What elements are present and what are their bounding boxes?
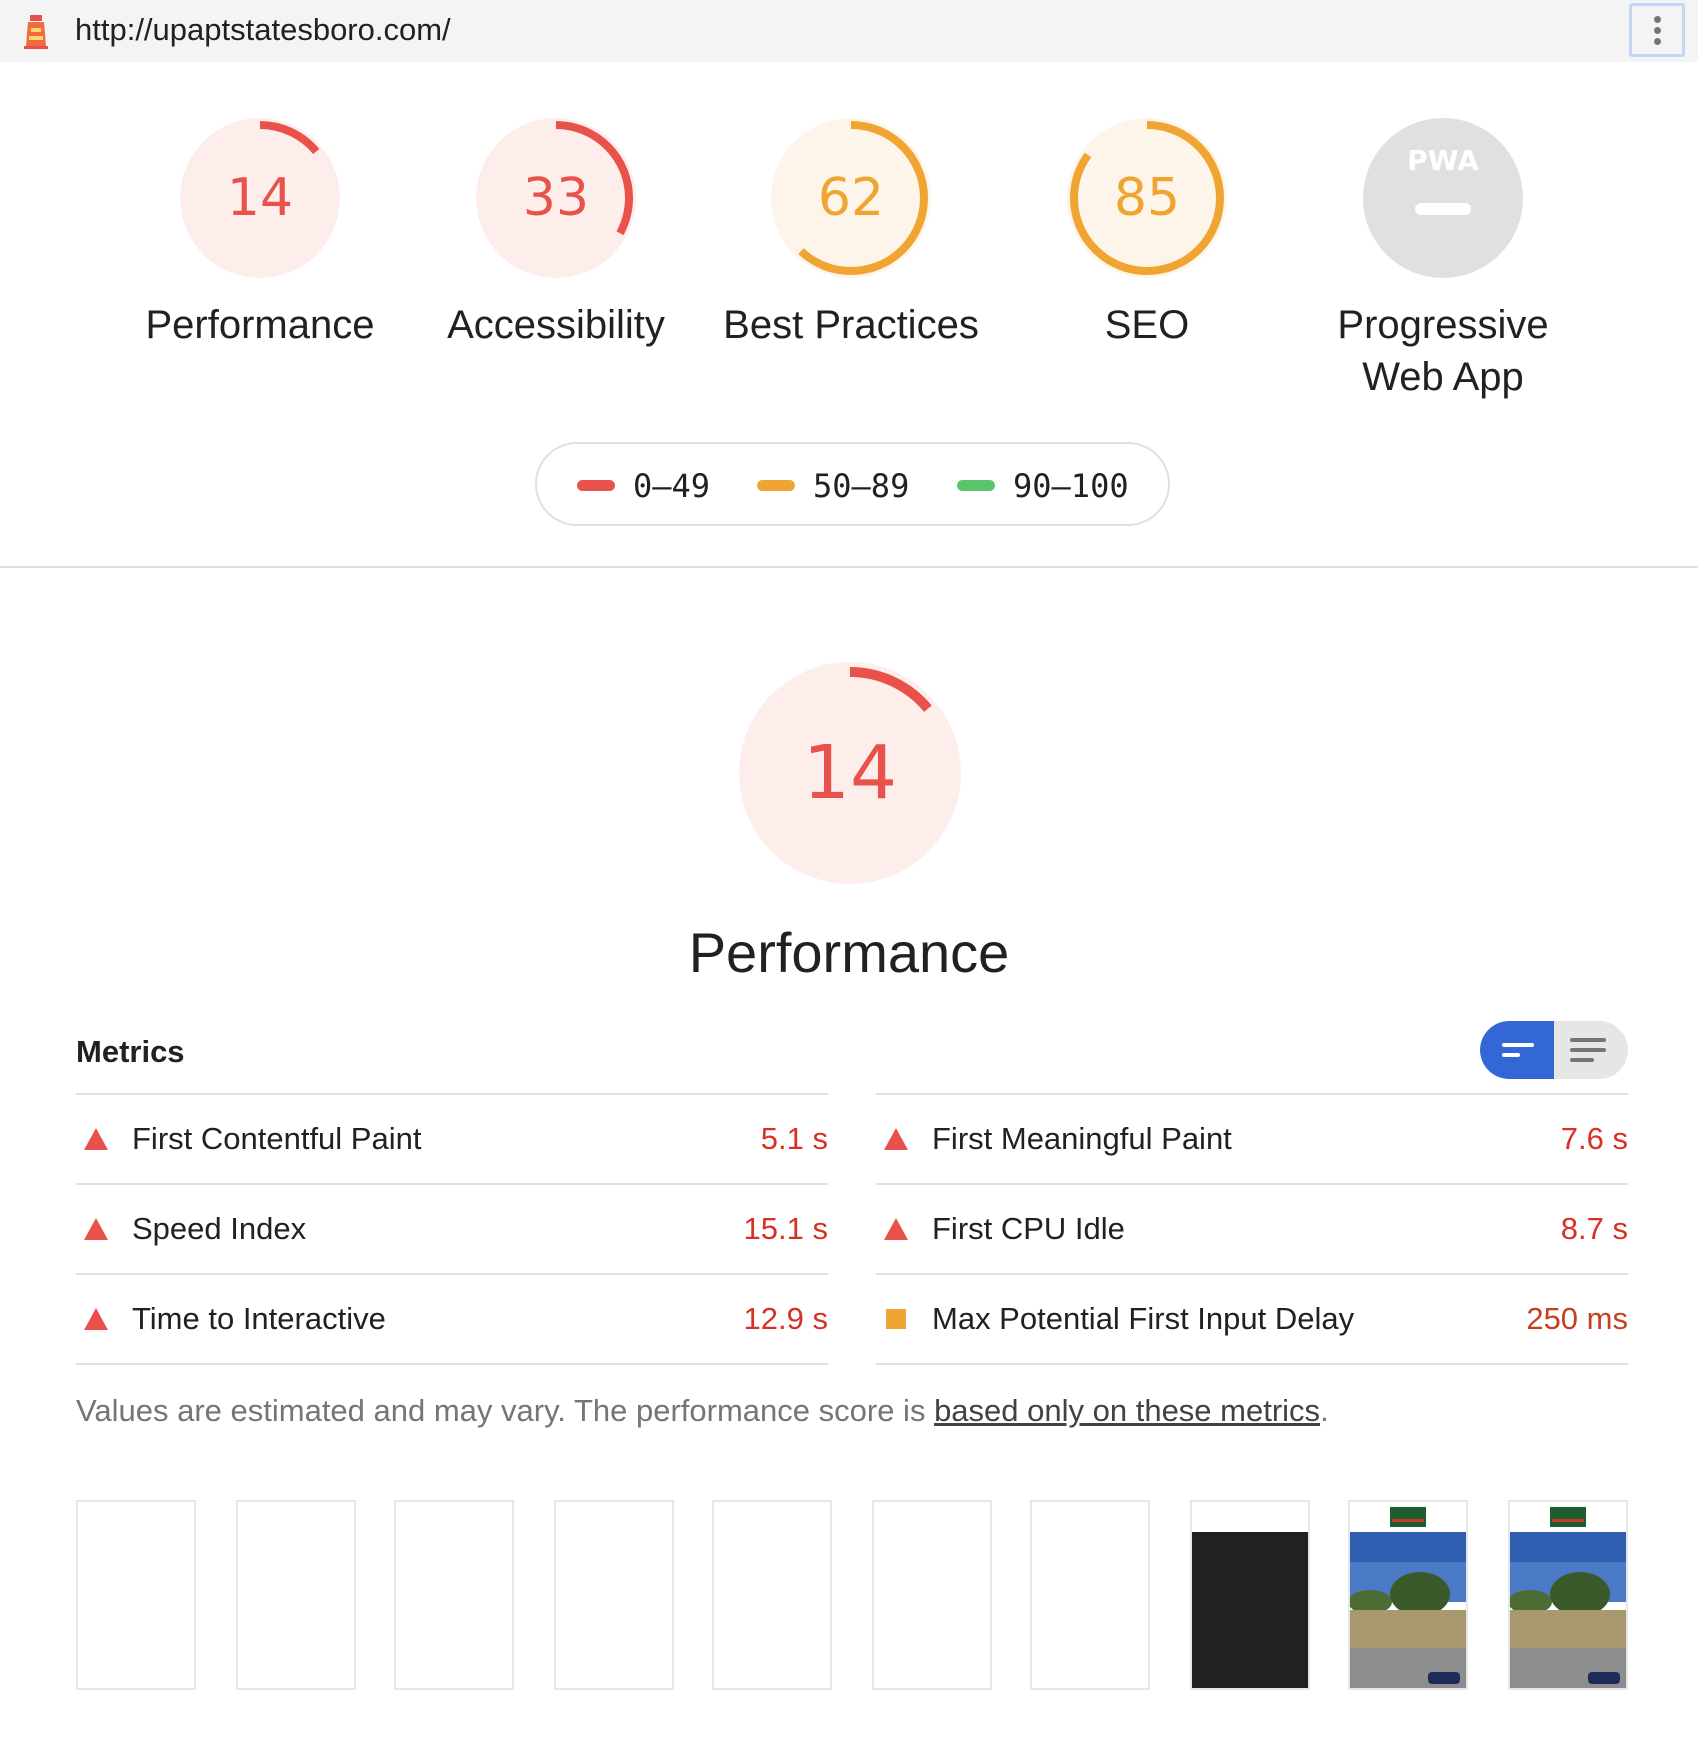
metric-value: 12.9 s: [743, 1301, 828, 1336]
gauge-label: Best Practices: [723, 303, 979, 347]
filmstrip-dark-screen: [1192, 1532, 1308, 1688]
gauge-best-practices[interactable]: 62 Best Practices: [721, 115, 981, 351]
metric-value: 250 ms: [1526, 1301, 1628, 1336]
filmstrip-frame: [1190, 1500, 1310, 1690]
filmstrip-frame: [554, 1500, 674, 1690]
metric-value: 7.6 s: [1560, 1121, 1628, 1156]
compact-view-icon[interactable]: [1480, 1021, 1554, 1079]
metric-name: First Meaningful Paint: [932, 1121, 1232, 1156]
metric-first-contentful-paint[interactable]: First Contentful Paint 5.1 s: [76, 1095, 828, 1185]
site-logo-thumbnail: [1390, 1507, 1426, 1527]
metric-first-cpu-idle[interactable]: First CPU Idle 8.7 s: [876, 1185, 1628, 1275]
pwa-badge-icon: PWA: [1363, 118, 1523, 278]
note-suffix: .: [1320, 1393, 1329, 1428]
gauge-score: 14: [227, 168, 293, 228]
metric-value: 15.1 s: [743, 1211, 828, 1246]
gauge-seo[interactable]: 85 SEO: [1017, 115, 1277, 351]
site-hero-thumbnail: [1510, 1532, 1626, 1688]
filmstrip-frame: [394, 1500, 514, 1690]
score-gauge: 33: [476, 118, 636, 278]
metrics-right-column: First Meaningful Paint 7.6 s First CPU I…: [876, 1093, 1628, 1365]
metrics-heading: Metrics: [76, 1034, 185, 1069]
filmstrip-frame: [1508, 1500, 1628, 1690]
filmstrip-frame: [1348, 1500, 1468, 1690]
legend-fail-label: 0–49: [633, 467, 711, 505]
metrics-info-link[interactable]: based only on these metrics: [934, 1393, 1320, 1428]
gauge-accessibility[interactable]: 33 Accessibility: [426, 115, 686, 351]
metric-max-potential-fid[interactable]: Max Potential First Input Delay 250 ms: [876, 1275, 1628, 1365]
score-gauge: 62: [771, 118, 931, 278]
page-url: http://upaptstatesboro.com/: [75, 12, 451, 47]
metric-first-meaningful-paint[interactable]: First Meaningful Paint 7.6 s: [876, 1095, 1628, 1185]
metric-name: Speed Index: [132, 1211, 307, 1246]
score-legend: 0–49 50–89 90–100: [535, 442, 1170, 526]
gauge-pwa[interactable]: PWA Progressive Web App: [1313, 115, 1573, 403]
score-gauge: 14: [180, 118, 340, 278]
metrics-note: Values are estimated and may vary. The p…: [76, 1392, 1329, 1430]
gauge-label: SEO: [1104, 303, 1190, 347]
legend-pass-swatch: [957, 480, 995, 491]
gauge-label-line1: Progressive: [1337, 303, 1549, 347]
section-divider: [0, 566, 1698, 568]
site-logo-thumbnail: [1550, 1507, 1586, 1527]
metrics-view-toggle[interactable]: [1480, 1021, 1628, 1079]
metric-name: First CPU Idle: [932, 1211, 1125, 1246]
fail-triangle-icon: [84, 1128, 108, 1150]
fail-triangle-icon: [884, 1218, 908, 1240]
fail-triangle-icon: [84, 1218, 108, 1240]
metric-value: 5.1 s: [760, 1121, 828, 1156]
average-square-icon: [886, 1309, 906, 1329]
gauge-label: Accessibility: [447, 303, 665, 347]
gauge-label: Progressive Web App: [1313, 299, 1573, 403]
legend-average-swatch: [757, 480, 795, 491]
performance-gauge: 14: [739, 662, 961, 884]
note-text: Values are estimated and may vary. The p…: [76, 1393, 935, 1428]
fail-triangle-icon: [84, 1308, 108, 1330]
performance-title: Performance: [688, 921, 1010, 984]
gauge-label-line2: Web App: [1362, 355, 1524, 399]
filmstrip-frame: [712, 1500, 832, 1690]
site-hero-thumbnail: [1350, 1532, 1466, 1688]
lighthouse-icon: [24, 15, 48, 49]
gauge-performance[interactable]: 14 Performance: [130, 115, 390, 351]
legend-pass-label: 90–100: [1013, 467, 1129, 505]
metric-time-to-interactive[interactable]: Time to Interactive 12.9 s: [76, 1275, 828, 1365]
filmstrip-frame: [236, 1500, 356, 1690]
performance-score: 14: [803, 730, 897, 816]
kebab-menu-icon[interactable]: [1629, 3, 1685, 57]
filmstrip-frame: [76, 1500, 196, 1690]
score-gauge: 85: [1067, 118, 1227, 278]
metric-value: 8.7 s: [1560, 1211, 1628, 1246]
metric-name: First Contentful Paint: [132, 1121, 422, 1156]
metric-name: Time to Interactive: [132, 1301, 386, 1336]
gauge-score: 85: [1114, 168, 1180, 228]
expanded-view-icon[interactable]: [1554, 1021, 1628, 1079]
metrics-left-column: First Contentful Paint 5.1 s Speed Index…: [76, 1093, 828, 1365]
filmstrip-frame: [872, 1500, 992, 1690]
gauge-score: 62: [818, 168, 884, 228]
gauge-label: Performance: [145, 303, 375, 347]
filmstrip-frame: [1030, 1500, 1150, 1690]
pwa-badge-text: PWA: [1407, 144, 1479, 177]
metric-speed-index[interactable]: Speed Index 15.1 s: [76, 1185, 828, 1275]
browser-bar: http://upaptstatesboro.com/: [0, 0, 1698, 62]
fail-triangle-icon: [884, 1128, 908, 1150]
gauge-score: 33: [523, 168, 589, 228]
metric-name: Max Potential First Input Delay: [932, 1301, 1355, 1336]
legend-average-label: 50–89: [813, 467, 910, 505]
legend-fail-swatch: [577, 480, 615, 491]
